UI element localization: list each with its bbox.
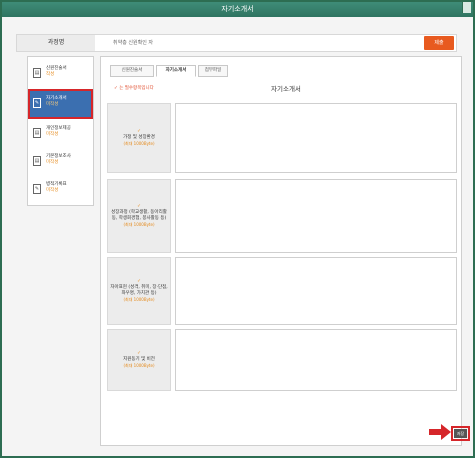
question-label: ✓ 성장과정 (학교생활, 동아리활동, 학생회경험, 봉사활동 등) (최대 …: [107, 179, 171, 253]
submit-button[interactable]: 제출: [424, 36, 454, 50]
close-button[interactable]: [462, 2, 471, 13]
sidebar-item-status: 작성: [46, 72, 55, 77]
tab-label: 첨부파일: [204, 68, 222, 73]
answer-textarea-growth[interactable]: [175, 179, 457, 253]
submit-label: 제출: [434, 40, 444, 46]
question-limit: (최대 1000Byte): [123, 297, 155, 302]
question-label: ✓ 지원동기 및 비전 (최대 1000Byte): [107, 329, 171, 391]
edit-icon: ✎: [33, 184, 41, 194]
sidebar-item-status: 미작성: [46, 102, 59, 107]
sidebar-item-status: 미작성: [46, 160, 59, 165]
document-icon: ▤: [33, 128, 41, 138]
answer-textarea-family[interactable]: [175, 103, 457, 173]
edit-icon: ✎: [33, 98, 41, 108]
sidebar-item-status: 미작성: [46, 188, 59, 193]
question-row-growth: ✓ 성장과정 (학교생활, 동아리활동, 학생회경험, 봉사활동 등) (최대 …: [107, 179, 457, 253]
course-name-bar: 과정명 취약층 신원확인 자 제출: [16, 34, 457, 52]
question-text: 성장과정 (학교생활, 동아리활동, 학생회경험, 봉사활동 등): [111, 210, 167, 221]
question-row-family: ✓ 가정 및 성장환경 (최대 1000Byte): [107, 103, 457, 173]
sidebar-item-label: 기본정보조사: [46, 154, 71, 159]
sidebar-item-label: 자기소개서: [46, 96, 67, 101]
answer-textarea-personality[interactable]: [175, 257, 457, 325]
save-button-highlight: 저장: [451, 426, 470, 441]
tab-label: 자기소개서: [165, 68, 187, 73]
question-limit: (최대 1000Byte): [123, 363, 155, 368]
sidebar-item-label: 신원진술서: [46, 66, 67, 71]
course-name-label: 과정명: [17, 35, 95, 51]
sidebar-item-military-record[interactable]: ✎ 병적기록표 미작성: [30, 177, 91, 203]
sidebar-item-basic-survey[interactable]: ▤ 기본정보조사 미작성: [30, 149, 91, 175]
sidebar-item-privacy-consent[interactable]: ▤ 개인정보제공 미작성: [30, 121, 91, 147]
sidebar-item-self-introduction[interactable]: ✎ 자기소개서 미작성: [28, 89, 93, 119]
tab-attachments[interactable]: 첨부파일: [198, 65, 228, 77]
document-icon: ▤: [33, 68, 41, 78]
tab-self-introduction[interactable]: 자기소개서: [156, 65, 196, 77]
save-button[interactable]: 저장: [454, 429, 467, 438]
answer-textarea-motivation[interactable]: [175, 329, 457, 391]
question-limit: (최대 1000Byte): [123, 222, 155, 227]
question-label: ✓ 자아표현 (성격, 취미, 장·단점, 좌우명, 가치관 등) (최대 10…: [107, 257, 171, 325]
red-arrow-icon: [429, 424, 451, 440]
sidebar-item-label: 개인정보제공: [46, 126, 71, 131]
tab-identity-statement[interactable]: 신원진술서: [110, 65, 154, 77]
question-row-personality: ✓ 자아표현 (성격, 취미, 장·단점, 좌우명, 가치관 등) (최대 10…: [107, 257, 457, 325]
question-text: 자아표현 (성격, 취미, 장·단점, 좌우명, 가치관 등): [110, 285, 168, 296]
sidebar-item-status: 미작성: [46, 132, 59, 137]
tab-label: 신원진술서: [121, 68, 143, 73]
sidebar-item-identity-statement[interactable]: ▤ 신원진술서 작성: [30, 61, 91, 87]
window-title: 자기소개서: [221, 5, 254, 13]
document-sidebar: ▤ 신원진술서 작성 ✎ 자기소개서 미작성 ▤ 개인정보제공 미작성 ▤ 기본정보조…: [27, 56, 94, 206]
save-label: 저장: [456, 431, 465, 436]
form-heading: 자기소개서: [271, 85, 301, 93]
window-titlebar: 자기소개서: [2, 2, 473, 17]
sidebar-item-label: 병적기록표: [46, 182, 67, 187]
question-limit: (최대 1000Byte): [123, 141, 155, 146]
question-label: ✓ 가정 및 성장환경 (최대 1000Byte): [107, 103, 171, 173]
course-name-value: 취약층 신원확인 자: [113, 40, 153, 46]
form-panel: 신원진술서 자기소개서 첨부파일 ✓ 는 필수항목입니다 자기소개서 ✓ 가정 …: [100, 56, 462, 446]
required-note: ✓ 는 필수항목입니다: [114, 86, 154, 91]
document-icon: ▤: [33, 156, 41, 166]
question-row-motivation: ✓ 지원동기 및 비전 (최대 1000Byte): [107, 329, 457, 391]
